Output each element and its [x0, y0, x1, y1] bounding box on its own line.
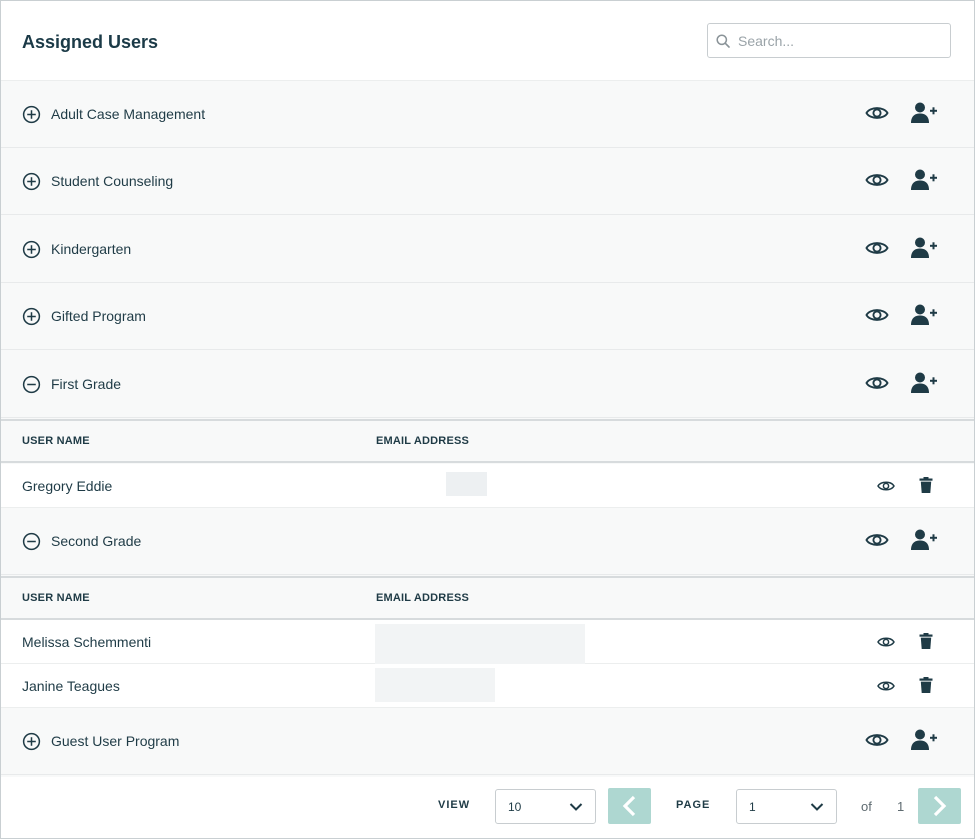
- add-user-icon[interactable]: [911, 304, 937, 326]
- group-name: Student Counseling: [51, 173, 174, 189]
- column-header-user-name[interactable]: USER NAME: [22, 592, 90, 604]
- of-label: of: [861, 799, 872, 814]
- add-circle-icon[interactable]: [22, 172, 41, 191]
- user-name: Melissa Schemmenti: [22, 634, 152, 650]
- trash-icon[interactable]: [919, 677, 933, 693]
- eye-icon[interactable]: [877, 679, 895, 693]
- group-name: Second Grade: [51, 533, 142, 549]
- eye-icon[interactable]: [877, 479, 895, 493]
- add-circle-icon[interactable]: [22, 105, 41, 124]
- page-title: Assigned Users: [22, 32, 159, 52]
- pagination-footer: VIEW 10 PAGE 1 of 1: [1, 777, 974, 838]
- eye-icon[interactable]: [865, 170, 889, 190]
- eye-icon[interactable]: [865, 238, 889, 258]
- group-row-second-grade[interactable]: Second Grade: [1, 508, 974, 575]
- chevron-left-icon: [622, 795, 636, 817]
- users-table-header: USER NAME EMAIL ADDRESS: [1, 419, 974, 463]
- column-header-email-address[interactable]: EMAIL ADDRESS: [376, 592, 469, 604]
- view-label: VIEW: [438, 799, 471, 811]
- remove-circle-icon[interactable]: [22, 532, 41, 551]
- group-row-gifted-program[interactable]: Gifted Program: [1, 283, 974, 350]
- group-name: Gifted Program: [51, 308, 146, 324]
- eye-icon[interactable]: [865, 373, 889, 393]
- view-count-value: 10: [508, 800, 522, 814]
- group-name: First Grade: [51, 376, 122, 392]
- chevron-down-icon: [569, 803, 583, 811]
- add-circle-icon[interactable]: [22, 732, 41, 751]
- eye-icon[interactable]: [865, 730, 889, 750]
- eye-icon[interactable]: [865, 103, 889, 123]
- group-row-guest-user-program[interactable]: Guest User Program: [1, 708, 974, 775]
- user-name: Gregory Eddie: [22, 478, 113, 494]
- panel-header: Assigned Users: [1, 1, 974, 81]
- add-user-icon[interactable]: [911, 169, 937, 191]
- search-box[interactable]: [707, 23, 951, 58]
- add-user-icon[interactable]: [911, 237, 937, 259]
- group-row-first-grade[interactable]: First Grade: [1, 351, 974, 418]
- add-user-icon[interactable]: [911, 729, 937, 751]
- group-row-kindergarten[interactable]: Kindergarten: [1, 216, 974, 283]
- next-page-button[interactable]: [918, 788, 961, 824]
- group-name: Kindergarten: [51, 241, 132, 257]
- trash-icon[interactable]: [919, 633, 933, 649]
- user-name: Janine Teagues: [22, 678, 120, 694]
- previous-page-button[interactable]: [608, 788, 651, 824]
- group-row-adult-case-management[interactable]: Adult Case Management: [1, 81, 974, 148]
- add-circle-icon[interactable]: [22, 240, 41, 259]
- user-row-janine-teagues: Janine Teagues: [1, 664, 974, 708]
- group-name: Guest User Program: [51, 733, 180, 749]
- page-select[interactable]: 1: [736, 789, 837, 824]
- total-pages: 1: [897, 799, 905, 814]
- page-label: PAGE: [676, 799, 711, 811]
- trash-icon[interactable]: [919, 477, 933, 493]
- search-icon: [716, 34, 730, 48]
- view-count-select[interactable]: 10: [495, 789, 596, 824]
- assigned-users-panel: Assigned Users Adult Case Management: [0, 0, 975, 839]
- add-user-icon[interactable]: [911, 529, 937, 551]
- email-redacted: [446, 472, 487, 496]
- eye-icon[interactable]: [865, 305, 889, 325]
- add-circle-icon[interactable]: [22, 307, 41, 326]
- remove-circle-icon[interactable]: [22, 375, 41, 394]
- eye-icon[interactable]: [877, 635, 895, 649]
- add-user-icon[interactable]: [911, 102, 937, 124]
- add-user-icon[interactable]: [911, 372, 937, 394]
- eye-icon[interactable]: [865, 530, 889, 550]
- user-row-melissa-schemmenti: Melissa Schemmenti: [1, 620, 974, 664]
- email-redacted: [375, 668, 495, 702]
- page-value: 1: [749, 800, 756, 814]
- column-header-user-name[interactable]: USER NAME: [22, 435, 90, 447]
- column-header-email-address[interactable]: EMAIL ADDRESS: [376, 435, 469, 447]
- email-redacted: [375, 624, 585, 664]
- user-row-gregory-eddie: Gregory Eddie: [1, 464, 974, 508]
- search-input[interactable]: [738, 30, 943, 52]
- group-name: Adult Case Management: [51, 106, 206, 122]
- users-table-header: USER NAME EMAIL ADDRESS: [1, 576, 974, 620]
- chevron-right-icon: [933, 795, 947, 817]
- chevron-down-icon: [810, 803, 824, 811]
- group-row-student-counseling[interactable]: Student Counseling: [1, 148, 974, 215]
